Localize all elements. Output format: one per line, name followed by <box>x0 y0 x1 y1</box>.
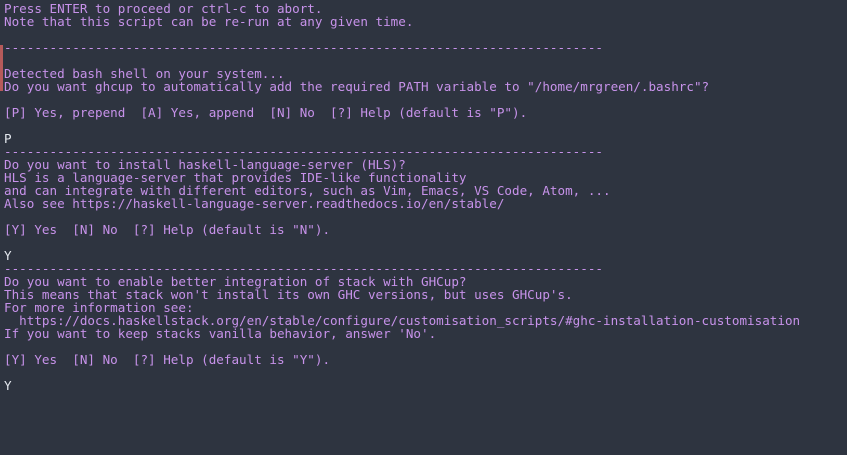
terminal-window[interactable]: Press ENTER to proceed or ctrl-c to abor… <box>0 0 847 455</box>
terminal-line: Note that this script can be re-run at a… <box>4 14 414 29</box>
separator-line: ----------------------------------------… <box>4 40 603 55</box>
terminal-line: [Y] Yes [N] No [?] Help (default is "N")… <box>4 222 331 237</box>
terminal-output[interactable]: Press ENTER to proceed or ctrl-c to abor… <box>4 2 847 392</box>
terminal-line: [P] Yes, prepend [A] Yes, append [N] No … <box>4 105 528 120</box>
user-input-line: Y <box>4 378 12 393</box>
terminal-line: Do you want ghcup to automatically add t… <box>4 79 710 94</box>
terminal-line: If you want to keep stacks vanilla behav… <box>4 326 437 341</box>
scroll-marker <box>0 45 3 91</box>
terminal-line: Also see https://haskell-language-server… <box>4 196 505 211</box>
terminal-line: [Y] Yes [N] No [?] Help (default is "Y")… <box>4 352 331 367</box>
